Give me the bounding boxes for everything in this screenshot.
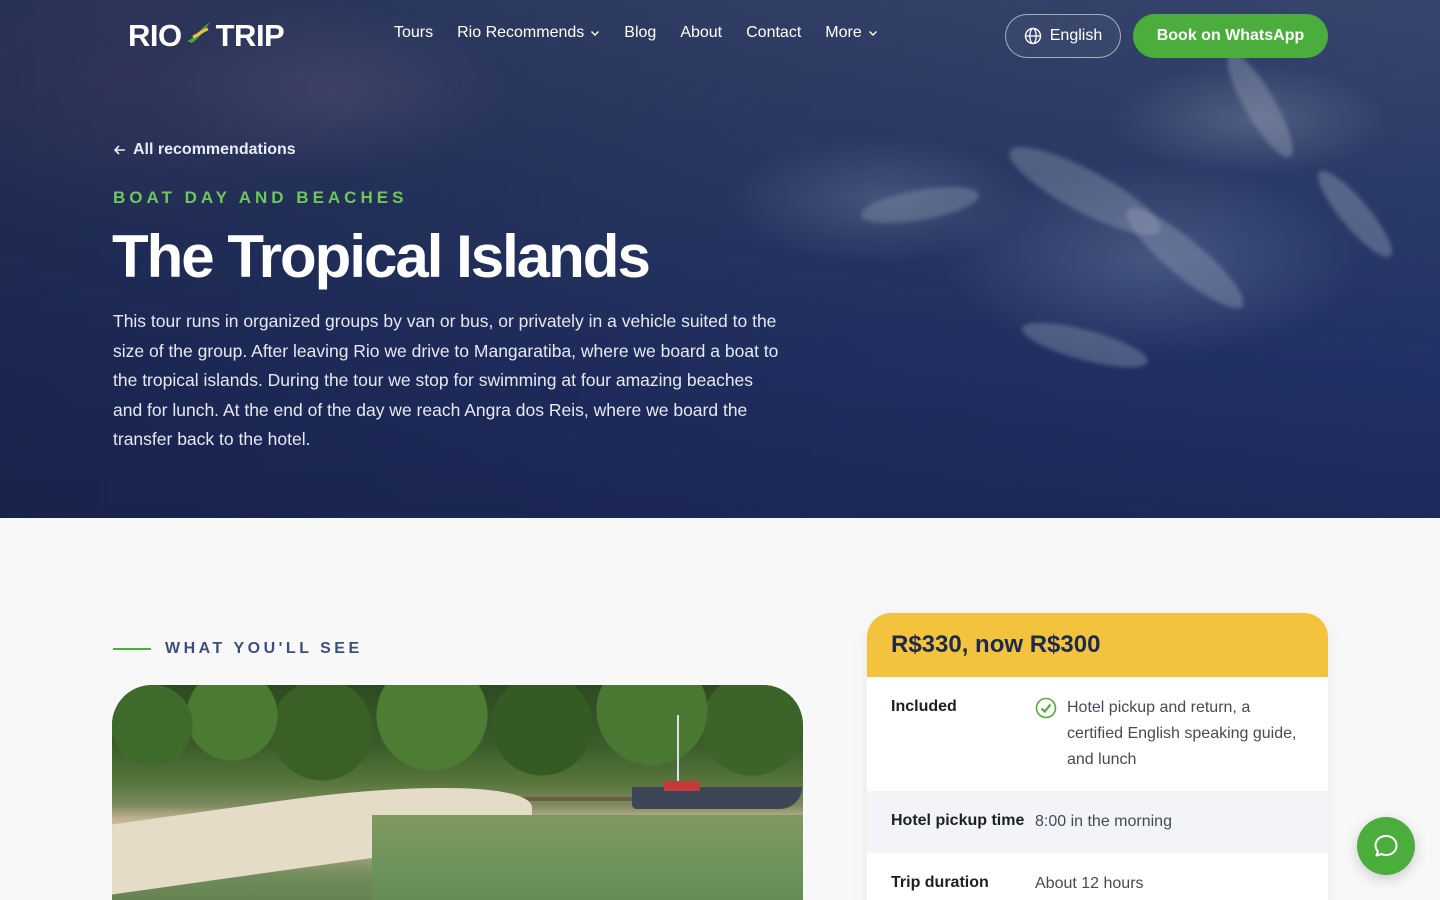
globe-icon (1024, 27, 1041, 45)
nav-item-about[interactable]: About (680, 24, 722, 42)
chat-button[interactable] (1357, 817, 1415, 875)
logo-text-left: RIO (128, 18, 182, 53)
price-row-duration: Trip duration About 12 hours (867, 853, 1328, 900)
price-card: R$330, now R$300 Included Hotel pickup a… (867, 613, 1328, 900)
photo-boat (632, 787, 802, 809)
nav-item-label: Rio Recommends (457, 24, 585, 41)
price-row-included: Included Hotel pickup and return, a cert… (867, 677, 1328, 791)
nav-item-rio-recommends[interactable]: Rio Recommends (457, 24, 600, 42)
language-label: English (1049, 27, 1103, 44)
nav-item-blog[interactable]: Blog (624, 24, 656, 42)
row-value: Hotel pickup and return, a certified Eng… (1035, 695, 1304, 773)
row-label: Included (891, 698, 957, 715)
row-value-text: Hotel pickup and return, a certified Eng… (1067, 699, 1297, 768)
nav-item-more[interactable]: More (825, 24, 877, 42)
book-on-whatsapp-button[interactable]: Book on WhatsApp (1133, 14, 1328, 58)
section-heading-text: WHAT YOU'LL SEE (165, 640, 363, 657)
tour-photo (112, 685, 803, 900)
price-row-pickup-time: Hotel pickup time 8:00 in the morning (867, 791, 1328, 853)
logo-text-right: TRIP (215, 18, 285, 53)
row-value: About 12 hours (1035, 871, 1304, 897)
chat-bubble-icon (1374, 835, 1398, 857)
check-circle-icon (1035, 697, 1057, 719)
tour-description: This tour runs in organized groups by va… (113, 311, 779, 449)
logo-swoosh-icon (184, 17, 214, 55)
nav-item-tours[interactable]: Tours (394, 24, 433, 42)
section-heading: WHAT YOU'LL SEE (113, 640, 363, 658)
language-selector-button[interactable]: English (1005, 14, 1121, 58)
back-to-recommendations-link[interactable]: All recommendations (113, 141, 296, 159)
category-eyebrow: BOAT DAY AND BEACHES (113, 188, 408, 207)
nav-item-label: About (680, 24, 723, 41)
hero-banner: RIO TRIP Tours Rio Recommends Blog About… (0, 0, 1440, 518)
chevron-down-icon (591, 31, 600, 36)
nav-item-label: Blog (624, 24, 657, 41)
row-value-text: About 12 hours (1035, 875, 1144, 892)
arrow-left-icon (113, 145, 125, 155)
top-navigation: RIO TRIP Tours Rio Recommends Blog About… (0, 0, 1440, 72)
nav-item-contact[interactable]: Contact (746, 24, 801, 42)
price-headline: R$330, now R$300 (867, 613, 1328, 677)
nav-links: Tours Rio Recommends Blog About Contact … (394, 24, 878, 42)
row-label: Hotel pickup time (891, 812, 1025, 829)
section-heading-rule (113, 648, 151, 650)
nav-item-label: More (825, 24, 862, 41)
site-logo[interactable]: RIO TRIP (128, 17, 285, 55)
nav-item-label: Tours (394, 24, 434, 41)
photo-boat-roof (664, 781, 700, 791)
nav-item-label: Contact (746, 24, 802, 41)
row-label: Trip duration (891, 874, 989, 891)
row-value: 8:00 in the morning (1035, 809, 1304, 835)
row-value-text: 8:00 in the morning (1035, 813, 1172, 830)
page-title: The Tropical Islands (112, 223, 651, 290)
photo-water (372, 815, 803, 900)
photo-mast (677, 715, 679, 785)
chevron-down-icon (868, 31, 877, 36)
back-link-label: All recommendations (133, 141, 296, 158)
